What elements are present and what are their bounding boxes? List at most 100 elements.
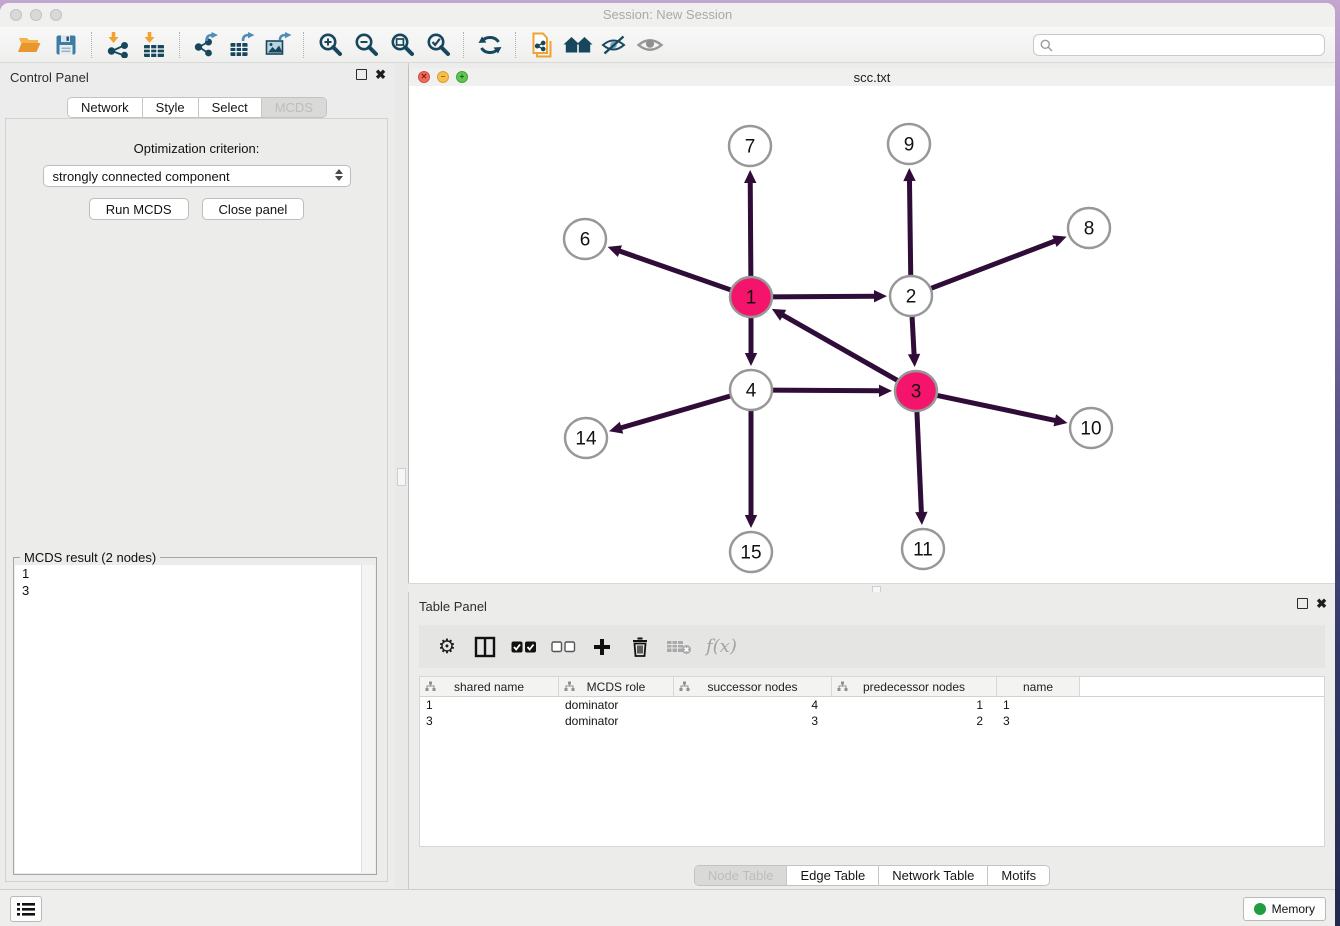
graph-edge-2-3[interactable] xyxy=(912,314,914,356)
float-panel-icon[interactable] xyxy=(1297,598,1308,609)
zoom-out-button[interactable] xyxy=(348,30,384,60)
dropdown-stepper-icon xyxy=(335,169,343,181)
tab-network-table[interactable]: Network Table xyxy=(878,866,987,885)
export-network-button[interactable] xyxy=(188,30,224,60)
graph-edge-arrowhead xyxy=(903,168,915,181)
mcds-result-text[interactable]: 1 3 xyxy=(15,565,375,873)
cell-successor-nodes[interactable]: 3 xyxy=(674,713,832,729)
column-header-predecessor-nodes[interactable]: predecessor nodes xyxy=(832,677,997,696)
apply-layout-button[interactable] xyxy=(472,30,508,60)
cell-shared-name[interactable]: 3 xyxy=(420,713,559,729)
create-column-button[interactable] xyxy=(590,634,614,660)
graph-edge-2-8[interactable] xyxy=(928,240,1056,289)
save-session-button[interactable] xyxy=(48,30,84,60)
graph-edge-1-7[interactable] xyxy=(750,181,751,279)
close-panel-icon[interactable]: ✖ xyxy=(1316,598,1327,609)
import-table-button[interactable] xyxy=(136,30,172,60)
close-panel-icon[interactable]: ✖ xyxy=(375,69,386,80)
tab-style[interactable]: Style xyxy=(142,98,198,117)
graph-edge-3-1[interactable] xyxy=(781,314,900,382)
graph-edge-4-14[interactable] xyxy=(620,395,734,428)
cell-predecessor-nodes[interactable]: 1 xyxy=(832,697,997,713)
table-row[interactable]: 3 dominator 3 2 3 xyxy=(420,713,1324,729)
export-image-button[interactable] xyxy=(260,30,296,60)
table-row[interactable]: 1 dominator 4 1 1 xyxy=(420,697,1324,713)
import-network-button[interactable] xyxy=(100,30,136,60)
graph-edge-4-3[interactable] xyxy=(769,390,881,391)
run-mcds-button[interactable]: Run MCDS xyxy=(89,198,189,220)
memory-label: Memory xyxy=(1272,902,1315,916)
graph-edge-2-9[interactable] xyxy=(909,179,910,278)
search-field[interactable] xyxy=(1033,34,1325,56)
table-panel: Table Panel ✖ ⚙ xyxy=(408,592,1335,890)
search-input[interactable] xyxy=(1058,37,1318,53)
zoom-in-button[interactable] xyxy=(312,30,348,60)
task-history-button[interactable] xyxy=(10,896,42,922)
main-window: Session: New Session xyxy=(0,3,1335,926)
delete-table-button[interactable] xyxy=(666,634,692,660)
main-toolbar xyxy=(0,27,1335,63)
network-file-button[interactable] xyxy=(524,30,560,60)
table-panel-title: Table Panel xyxy=(419,599,487,614)
cell-predecessor-nodes[interactable]: 2 xyxy=(832,713,997,729)
tab-node-table[interactable]: Node Table xyxy=(695,866,787,885)
result-scrollbar[interactable] xyxy=(361,565,375,873)
first-neighbors-button[interactable] xyxy=(560,30,596,60)
tab-network[interactable]: Network xyxy=(68,98,142,117)
network-graph[interactable]: 7968124314101511 xyxy=(409,86,1335,583)
graph-edge-arrowhead xyxy=(1054,414,1068,426)
network-canvas[interactable]: 7968124314101511 xyxy=(409,86,1335,583)
graph-node-label: 8 xyxy=(1084,219,1095,240)
criterion-dropdown[interactable]: strongly connected component xyxy=(43,165,351,187)
delete-columns-button[interactable] xyxy=(628,634,652,660)
export-table-button[interactable] xyxy=(224,30,260,60)
column-header-name[interactable]: name xyxy=(997,677,1080,696)
column-header-shared-name[interactable]: shared name xyxy=(420,677,559,696)
graph-node-label: 9 xyxy=(904,135,915,156)
column-header-successor-nodes[interactable]: successor nodes xyxy=(674,677,832,696)
table-settings-button[interactable]: ⚙ xyxy=(435,634,459,660)
graph-edge-1-2[interactable] xyxy=(769,296,876,297)
cell-name[interactable]: 1 xyxy=(997,697,1080,713)
cell-successor-nodes[interactable]: 4 xyxy=(674,697,832,713)
column-type-icon xyxy=(679,681,690,695)
select-all-columns-button[interactable] xyxy=(511,634,537,660)
close-panel-button[interactable]: Close panel xyxy=(202,198,305,220)
hide-selected-button[interactable] xyxy=(596,30,632,60)
show-all-button[interactable] xyxy=(632,30,668,60)
graph-node-label: 2 xyxy=(906,287,917,308)
cell-name[interactable]: 3 xyxy=(997,713,1080,729)
toolbar-separator xyxy=(91,32,93,58)
splitter-handle[interactable] xyxy=(397,468,406,486)
column-header-mcds-role[interactable]: MCDS role xyxy=(559,677,674,696)
function-builder-button[interactable]: f(x) xyxy=(706,634,737,660)
tab-mcds[interactable]: MCDS xyxy=(261,98,326,117)
graph-edge-arrowhead xyxy=(608,245,622,257)
vertical-splitter[interactable] xyxy=(394,63,409,890)
column-layout-button[interactable] xyxy=(473,634,497,660)
save-floppy-icon xyxy=(55,34,77,56)
memory-button[interactable]: Memory xyxy=(1243,897,1326,921)
table-panel-tabs: Node Table Edge Table Network Table Moti… xyxy=(409,865,1335,886)
export-network-icon xyxy=(193,32,219,58)
float-panel-icon[interactable] xyxy=(356,69,367,80)
graph-node-label: 15 xyxy=(740,543,761,564)
unselect-all-columns-button[interactable] xyxy=(551,634,576,660)
toolbar-separator xyxy=(463,32,465,58)
graph-edge-3-10[interactable] xyxy=(934,395,1057,421)
tab-edge-table[interactable]: Edge Table xyxy=(786,866,878,885)
zoom-selected-button[interactable] xyxy=(420,30,456,60)
criterion-dropdown-value: strongly connected component xyxy=(53,169,230,184)
open-session-button[interactable] xyxy=(12,30,48,60)
zoom-fit-button[interactable] xyxy=(384,30,420,60)
cell-mcds-role[interactable]: dominator xyxy=(559,713,674,729)
graph-edge-1-6[interactable] xyxy=(618,251,734,292)
houses-icon xyxy=(563,33,593,57)
control-panel: Control Panel ✖ Network Style Select MCD… xyxy=(0,63,394,890)
tab-motifs[interactable]: Motifs xyxy=(987,866,1049,885)
cell-mcds-role[interactable]: dominator xyxy=(559,697,674,713)
cell-shared-name[interactable]: 1 xyxy=(420,697,559,713)
tab-select[interactable]: Select xyxy=(198,98,261,117)
graph-edge-arrowhead xyxy=(874,290,887,302)
graph-edge-3-11[interactable] xyxy=(917,409,922,514)
